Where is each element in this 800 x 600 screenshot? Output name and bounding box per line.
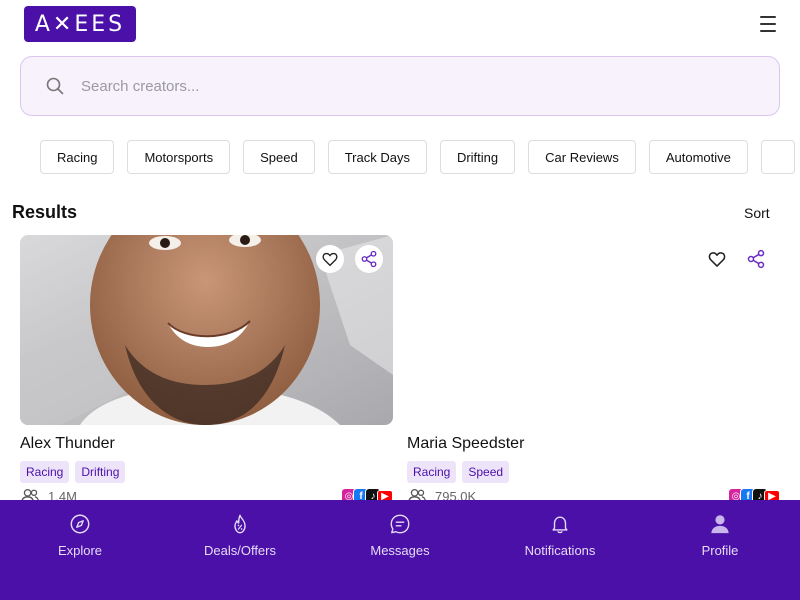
person-icon	[711, 515, 729, 534]
share-button[interactable]	[355, 245, 383, 273]
chip-automotive[interactable]: Automotive	[648, 140, 748, 174]
chip-more[interactable]	[760, 140, 795, 174]
nav-label: Deals/Offers	[203, 543, 276, 558]
share-icon	[361, 250, 377, 268]
brand-logo[interactable]: A✕EES	[24, 6, 136, 42]
creator-photo[interactable]	[407, 235, 780, 425]
creator-tags: Racing Speed	[407, 461, 780, 483]
creator-name[interactable]: Alex Thunder	[20, 435, 393, 453]
creator-card[interactable]: Maria Speedster Racing Speed 795.0K ◎ f …	[407, 235, 780, 505]
search-input[interactable]	[81, 77, 681, 95]
chip-track-days[interactable]: Track Days	[327, 140, 427, 174]
logo-text: A✕EES	[34, 11, 126, 37]
deals-icon	[234, 514, 246, 534]
creator-photo[interactable]	[20, 235, 393, 425]
nav-label: Messages	[370, 543, 430, 558]
hamburger-menu-button[interactable]	[756, 12, 780, 36]
tag: Racing	[407, 461, 457, 483]
compass-icon	[70, 514, 90, 534]
creator-tags: Racing Drifting	[20, 461, 393, 483]
search-icon	[46, 77, 64, 95]
favorite-button[interactable]	[703, 245, 731, 273]
message-icon	[390, 514, 410, 534]
nav-deals-offers[interactable]: Deals/Offers	[160, 500, 320, 564]
nav-profile[interactable]: Profile	[640, 500, 800, 564]
share-icon	[747, 249, 765, 269]
tag: Speed	[462, 461, 510, 483]
nav-messages[interactable]: Messages	[320, 500, 480, 564]
tag: Racing	[20, 461, 70, 483]
chip-racing[interactable]: Racing	[40, 140, 115, 174]
sort-button[interactable]: Sort	[744, 205, 770, 221]
creator-name[interactable]: Maria Speedster	[407, 435, 780, 453]
results-heading: Results	[12, 202, 78, 222]
heart-icon	[322, 252, 338, 267]
nav-notifications[interactable]: Notifications	[480, 500, 640, 564]
bell-icon	[552, 516, 568, 534]
nav-label: Notifications	[524, 543, 596, 558]
nav-label: Profile	[701, 543, 739, 558]
category-chips: Racing Motorsports Speed Track Days Drif…	[40, 140, 800, 174]
nav-label: Explore	[57, 543, 103, 558]
share-button[interactable]	[742, 245, 770, 273]
favorite-button[interactable]	[316, 245, 344, 273]
tag: Drifting	[75, 461, 126, 483]
nav-explore[interactable]: Explore	[0, 500, 160, 564]
hamburger-icon	[760, 16, 776, 18]
chip-drifting[interactable]: Drifting	[439, 140, 516, 174]
bottom-navigation: Explore Deals/Offers Messages Notificati…	[0, 500, 800, 600]
chip-speed[interactable]: Speed	[243, 140, 315, 174]
app-header: A✕EES	[0, 0, 800, 48]
creator-card[interactable]: Alex Thunder Racing Drifting 1.4M ◎ f ♪ …	[20, 235, 393, 505]
search-bar[interactable]	[20, 56, 780, 116]
chip-car-reviews[interactable]: Car Reviews	[528, 140, 636, 174]
chip-motorsports[interactable]: Motorsports	[127, 140, 231, 174]
heart-icon	[708, 252, 726, 267]
